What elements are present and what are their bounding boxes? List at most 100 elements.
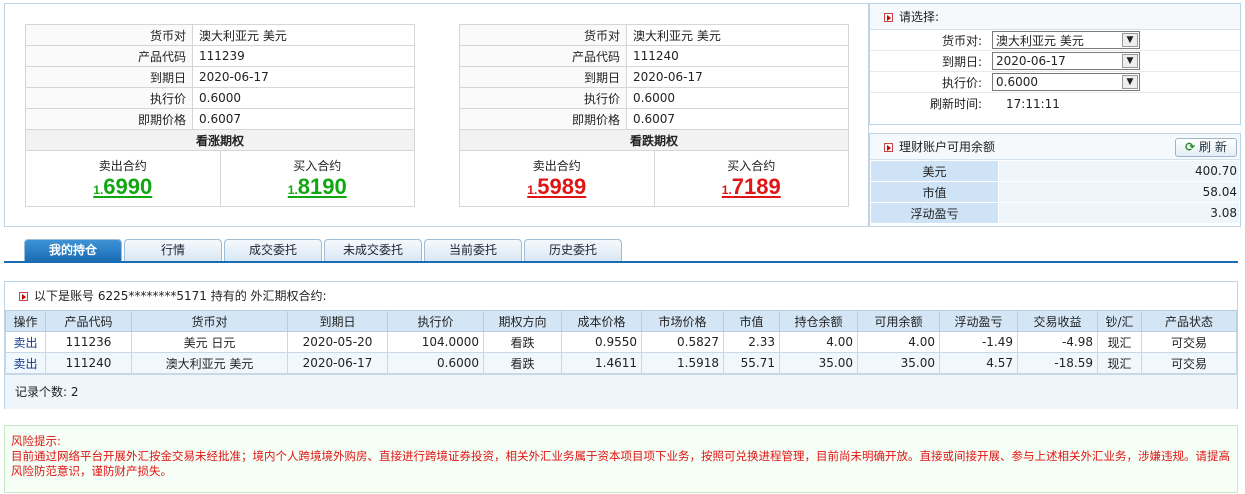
currency-label: 货币对: xyxy=(941,33,982,48)
refresh-time-label: 刷新时间: xyxy=(929,97,982,111)
price-prefix: 1. xyxy=(527,183,538,197)
row-value: 澳大利亚元 美元 xyxy=(192,24,415,46)
tab-my-holdings[interactable]: 我的持仓 xyxy=(24,239,122,261)
cell-expiry: 2020-05-20 xyxy=(287,331,388,353)
cell-cost-price: 0.9550 xyxy=(561,331,642,353)
tab-market[interactable]: 行情 xyxy=(124,239,222,261)
row-label: 货币对 xyxy=(459,24,627,46)
expiry-label: 到期日: xyxy=(941,54,982,69)
tab-underline xyxy=(4,261,1238,263)
cell-cash-type: 现汇 xyxy=(1097,331,1142,353)
price-row: 卖出合约 1.6990 买入合约 1.8190 xyxy=(25,151,415,207)
row-value: 0.6000 xyxy=(192,87,415,109)
column-header: 货币对 xyxy=(131,310,288,332)
row-label: 产品代码 xyxy=(459,45,627,67)
sell-contract-cell[interactable]: 卖出合约 1.6990 xyxy=(26,151,220,206)
bullet-icon xyxy=(884,13,893,22)
record-count-bar: 记录个数: 2 xyxy=(5,374,1237,409)
strike-label: 执行价: xyxy=(941,75,982,90)
column-header: 市值 xyxy=(723,310,780,332)
row-label: 到期日 xyxy=(25,66,193,88)
balance-label: 市值 xyxy=(870,181,999,203)
row-value: 0.6007 xyxy=(192,108,415,130)
holdings-table: 操作 产品代码 货币对 到期日 执行价 期权方向 成本价格 市场价格 市值 持仓… xyxy=(5,310,1237,374)
column-header: 产品代码 xyxy=(45,310,132,332)
refresh-icon: ⟳ xyxy=(1185,140,1196,154)
tab-filled-orders[interactable]: 成交委托 xyxy=(224,239,322,261)
holdings-title: 以下是账号 6225********5171 持有的 外汇期权合约: xyxy=(34,289,327,303)
column-header: 操作 xyxy=(5,310,46,332)
strike-select[interactable]: 0.6000 ▼ xyxy=(992,73,1140,91)
buy-contract-cell[interactable]: 买入合约 1.7189 xyxy=(653,151,849,206)
sell-action-link[interactable]: 卖出 xyxy=(5,331,46,353)
price-prefix: 1. xyxy=(93,183,104,197)
column-header: 产品状态 xyxy=(1141,310,1237,332)
row-value: 2020-06-17 xyxy=(192,66,415,88)
price-value: 8190 xyxy=(297,174,347,199)
price-row: 卖出合约 1.5989 买入合约 1.7189 xyxy=(459,151,849,207)
row-label: 即期价格 xyxy=(25,108,193,130)
buy-price-link[interactable]: 1.7189 xyxy=(655,174,849,203)
cell-product-code: 111236 xyxy=(45,331,132,353)
risk-text: 目前通过网络平台开展外汇按金交易未经批准；境内个人跨境境外购房、直接进行跨境证券… xyxy=(11,449,1230,478)
expiry-row: 到期日: 2020-06-17 ▼ xyxy=(870,51,1240,72)
strike-select-value: 0.6000 xyxy=(996,75,1038,89)
refresh-button[interactable]: ⟳ 刷 新 xyxy=(1175,138,1237,157)
column-header: 浮动盈亏 xyxy=(939,310,1018,332)
refresh-button-label: 刷 新 xyxy=(1199,140,1227,154)
cell-market-price: 1.5918 xyxy=(641,352,724,374)
table-row: 卖出 111236 美元 日元 2020-05-20 104.0000 看跌 0… xyxy=(5,331,1237,353)
balance-label: 美元 xyxy=(870,160,999,182)
strike-row: 执行价: 0.6000 ▼ xyxy=(870,72,1240,93)
cell-direction: 看跌 xyxy=(483,352,562,374)
column-header: 执行价 xyxy=(387,310,484,332)
price-prefix: 1. xyxy=(721,183,732,197)
row-value: 111240 xyxy=(626,45,849,67)
record-count-label: 记录个数: xyxy=(15,385,68,399)
buy-price-link[interactable]: 1.8190 xyxy=(221,174,415,203)
balance-panel: 理财账户可用余额 ⟳ 刷 新 美元 400.70 市值 58.04 浮动盈亏 3.08 xyxy=(869,133,1241,227)
price-prefix: 1. xyxy=(287,183,298,197)
balance-value: 58.04 xyxy=(998,181,1240,203)
holdings-title-row: 以下是账号 6225********5171 持有的 外汇期权合约: xyxy=(5,282,1237,310)
row-label: 到期日 xyxy=(459,66,627,88)
cell-status: 可交易 xyxy=(1141,352,1237,374)
cell-market-value: 55.71 xyxy=(723,352,780,374)
tab-history-orders[interactable]: 历史委托 xyxy=(524,239,622,261)
sell-label: 卖出合约 xyxy=(532,159,581,173)
row-label: 货币对 xyxy=(25,24,193,46)
currency-select-value: 澳大利亚元 美元 xyxy=(996,33,1084,48)
sell-label: 卖出合约 xyxy=(98,159,147,173)
chevron-down-icon[interactable]: ▼ xyxy=(1122,75,1138,89)
buy-contract-cell[interactable]: 买入合约 1.8190 xyxy=(219,151,415,206)
cell-market-price: 0.5827 xyxy=(641,331,724,353)
expiry-select[interactable]: 2020-06-17 ▼ xyxy=(992,52,1140,70)
row-value: 2020-06-17 xyxy=(626,66,849,88)
currency-select[interactable]: 澳大利亚元 美元 ▼ xyxy=(992,31,1140,49)
tab-current-orders[interactable]: 当前委托 xyxy=(424,239,522,261)
risk-notice: 风险提示: 目前通过网络平台开展外汇按金交易未经批准；境内个人跨境境外购房、直接… xyxy=(4,425,1238,493)
balance-panel-title: 理财账户可用余额 xyxy=(899,140,996,154)
sell-contract-cell[interactable]: 卖出合约 1.5989 xyxy=(460,151,654,206)
row-value: 0.6000 xyxy=(626,87,849,109)
tab-unfilled-orders[interactable]: 未成交委托 xyxy=(324,239,422,261)
column-header: 成本价格 xyxy=(561,310,642,332)
cell-available: 35.00 xyxy=(857,352,940,374)
column-header: 市场价格 xyxy=(641,310,724,332)
cell-status: 可交易 xyxy=(1141,331,1237,353)
chevron-down-icon[interactable]: ▼ xyxy=(1122,33,1138,47)
select-panel-title: 请选择: xyxy=(899,10,940,24)
table-row: 卖出 111240 澳大利亚元 美元 2020-06-17 0.6000 看跌 … xyxy=(5,352,1237,374)
cell-currency-pair: 澳大利亚元 美元 xyxy=(131,352,288,374)
chevron-down-icon[interactable]: ▼ xyxy=(1122,54,1138,68)
cell-expiry: 2020-06-17 xyxy=(287,352,388,374)
cell-position: 35.00 xyxy=(779,352,858,374)
column-header: 持仓余额 xyxy=(779,310,858,332)
sell-price-link[interactable]: 1.5989 xyxy=(460,174,654,203)
column-header: 可用余额 xyxy=(857,310,940,332)
select-panel: 请选择: 货币对: 澳大利亚元 美元 ▼ 到期日: 2020-06-17 ▼ 执… xyxy=(869,3,1241,125)
sell-price-link[interactable]: 1.6990 xyxy=(26,174,220,203)
row-value: 0.6007 xyxy=(626,108,849,130)
cell-trade-pnl: -4.98 xyxy=(1017,331,1098,353)
sell-action-link[interactable]: 卖出 xyxy=(5,352,46,374)
